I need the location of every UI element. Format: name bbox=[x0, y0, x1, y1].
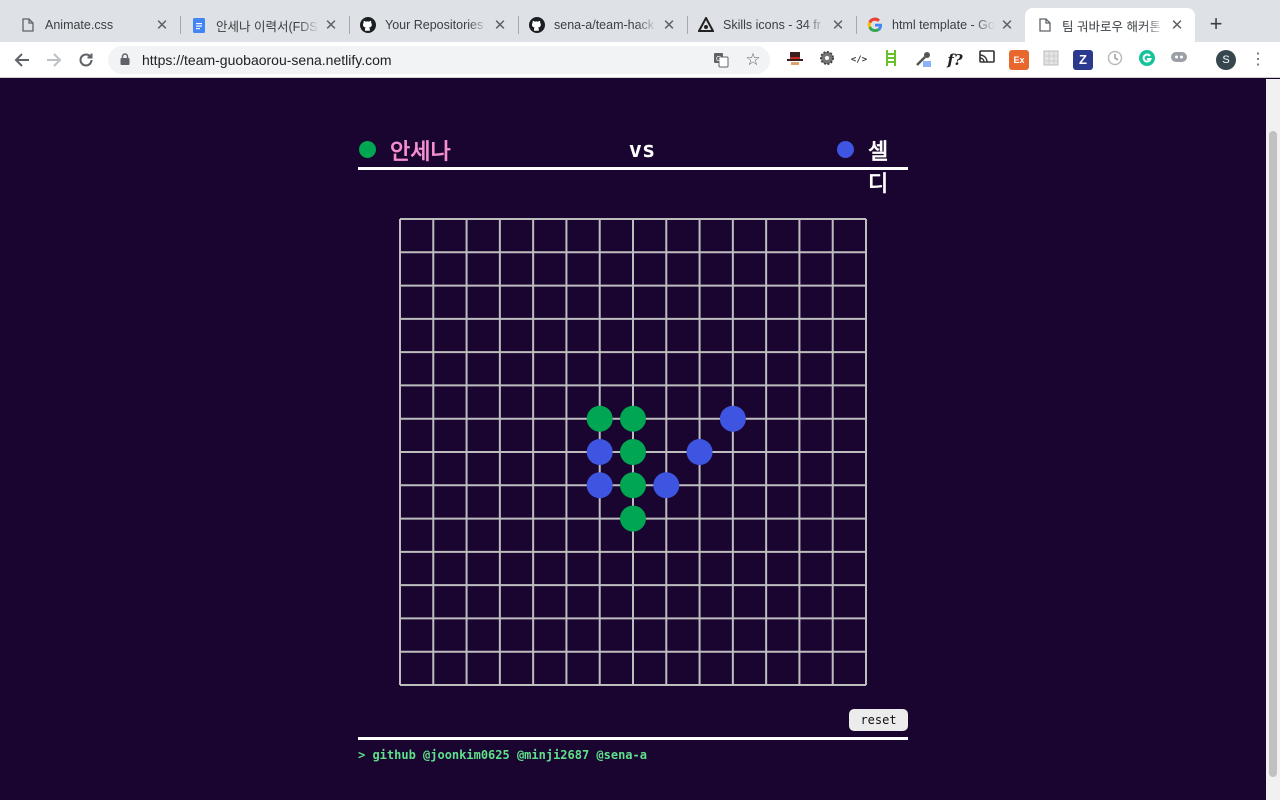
skills-icon bbox=[698, 17, 714, 33]
vs-label: vs bbox=[628, 138, 656, 163]
page-scrollbar[interactable] bbox=[1266, 79, 1280, 800]
player2-stone bbox=[719, 405, 746, 432]
tab-title: Skills icons - 34 fr bbox=[723, 18, 821, 32]
clock-ext-icon[interactable] bbox=[1105, 50, 1125, 70]
reset-button[interactable]: reset bbox=[849, 709, 908, 731]
players-header: 안세나 vs 셀디 bbox=[358, 134, 908, 196]
player2-stone bbox=[653, 472, 680, 499]
footer-divider bbox=[358, 737, 908, 740]
tab-your-repositories[interactable]: Your Repositories ✕ bbox=[348, 8, 518, 42]
github-icon bbox=[360, 17, 376, 33]
board-grid[interactable] bbox=[399, 218, 867, 686]
bookmark-star-icon[interactable]: ☆ bbox=[744, 51, 762, 69]
discord-icon[interactable] bbox=[1169, 50, 1189, 70]
tab-skills-icons[interactable]: Skills icons - 34 fr ✕ bbox=[686, 8, 856, 42]
player1-stone bbox=[586, 405, 613, 432]
docs-icon bbox=[191, 17, 207, 33]
new-tab-button[interactable]: + bbox=[1204, 12, 1228, 36]
reload-button[interactable] bbox=[75, 49, 97, 71]
tab-resume-doc[interactable]: 안세나 이력서(FDS11 ✕ bbox=[179, 8, 349, 42]
hat-icon[interactable] bbox=[785, 50, 805, 70]
cast-icon[interactable] bbox=[977, 50, 997, 70]
translate-icon[interactable]: G bbox=[712, 51, 730, 69]
player1-stone bbox=[620, 439, 646, 465]
ladder-icon[interactable] bbox=[881, 50, 901, 70]
tab-title: Animate.css bbox=[45, 18, 114, 32]
svg-text:G: G bbox=[716, 56, 721, 63]
close-icon[interactable]: ✕ bbox=[830, 16, 846, 34]
close-icon[interactable]: ✕ bbox=[323, 16, 339, 34]
lock-icon bbox=[120, 53, 130, 65]
tab-title: sena-a/team-hack bbox=[554, 18, 655, 32]
player2-stone bbox=[686, 439, 713, 465]
tab-title: 팀 궈바로우 해커톤 - bbox=[1062, 19, 1165, 34]
tab-title: html template - Go bbox=[892, 18, 995, 32]
tab-title: Your Repositories bbox=[385, 18, 484, 32]
player2-stone bbox=[586, 439, 613, 465]
ex-ext-icon[interactable]: Ex bbox=[1009, 50, 1029, 70]
tab-hackathon-active[interactable]: 팀 궈바로우 해커톤 - ✕ bbox=[1025, 8, 1195, 42]
player1-stone bbox=[620, 405, 646, 432]
tab-strip: Animate.css ✕ 안세나 이력서(FDS11 ✕ Your Repos… bbox=[0, 0, 1280, 42]
browser-toolbar: https://team-guobaorou-sena.netlify.com … bbox=[0, 42, 1280, 78]
close-icon[interactable]: ✕ bbox=[661, 16, 677, 34]
tab-team-hack-repo[interactable]: sena-a/team-hack ✕ bbox=[517, 8, 687, 42]
gear-ext-icon[interactable] bbox=[817, 50, 837, 70]
scrollbar-thumb[interactable] bbox=[1269, 131, 1277, 777]
game-board[interactable] bbox=[399, 218, 867, 686]
forward-button[interactable] bbox=[43, 49, 65, 71]
github-icon bbox=[529, 17, 545, 33]
tab-title: 안세나 이력서(FDS11 bbox=[216, 19, 319, 34]
code-ext-icon[interactable]: </> bbox=[849, 50, 869, 70]
url-text: https://team-guobaorou-sena.netlify.com bbox=[142, 52, 392, 68]
player1-name: 안세나 bbox=[390, 139, 451, 164]
google-icon bbox=[867, 17, 883, 33]
grammarly-icon[interactable] bbox=[1137, 50, 1157, 70]
page-icon bbox=[20, 17, 36, 33]
z-ext-icon[interactable]: Z bbox=[1073, 50, 1093, 70]
grid-ext-icon[interactable] bbox=[1041, 50, 1061, 70]
tab-animate-css[interactable]: Animate.css ✕ bbox=[8, 8, 180, 42]
eyedropper-icon[interactable] bbox=[913, 50, 933, 70]
player2-stone-icon bbox=[837, 141, 854, 158]
player1-stone bbox=[620, 505, 646, 532]
close-icon[interactable]: ✕ bbox=[492, 16, 508, 34]
player1-stone-icon bbox=[359, 141, 376, 158]
github-credits: > github @joonkim0625 @minji2687 @sena-a bbox=[358, 748, 647, 762]
address-bar[interactable]: https://team-guobaorou-sena.netlify.com … bbox=[108, 46, 770, 74]
player2-stone bbox=[586, 472, 613, 499]
player1-stone bbox=[620, 472, 646, 499]
page-icon bbox=[1037, 17, 1053, 33]
close-icon[interactable]: ✕ bbox=[154, 16, 170, 34]
player2-name: 셀디 bbox=[868, 139, 889, 196]
back-button[interactable] bbox=[11, 49, 33, 71]
menu-kebab-icon[interactable]: ⋮ bbox=[1250, 49, 1266, 71]
omok-game: 안세나 vs 셀디 reset > github @joonkim0625 @m… bbox=[358, 79, 908, 800]
tab-google-search[interactable]: html template - Go ✕ bbox=[855, 8, 1025, 42]
profile-avatar[interactable]: S bbox=[1216, 50, 1236, 70]
font-ext-icon[interactable]: f? bbox=[945, 50, 965, 70]
close-icon[interactable]: ✕ bbox=[1169, 16, 1185, 34]
close-icon[interactable]: ✕ bbox=[999, 16, 1015, 34]
